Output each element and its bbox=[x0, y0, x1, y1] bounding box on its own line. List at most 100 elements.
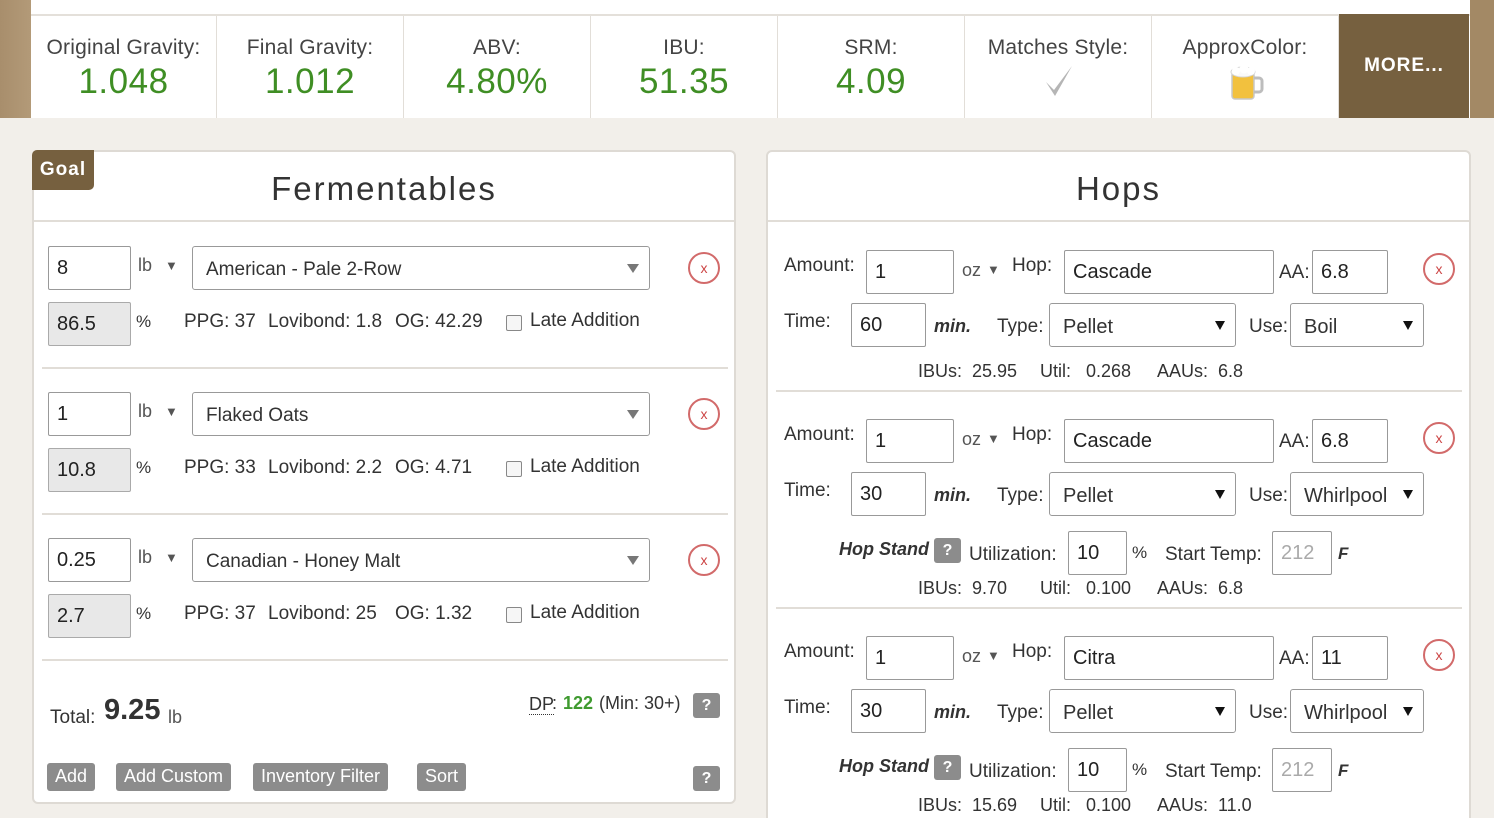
aa-input[interactable]: 11 bbox=[1312, 636, 1388, 680]
add-button[interactable]: Add bbox=[47, 763, 96, 791]
time-input[interactable]: 30 bbox=[851, 689, 926, 733]
aaus-value: 6.8 bbox=[1218, 578, 1244, 598]
ppg-text: PPG: 33 bbox=[184, 457, 256, 478]
aaus-label: AAUs: bbox=[1157, 578, 1209, 598]
hop-amount-input[interactable]: 1 bbox=[866, 250, 954, 294]
use-label: Use: bbox=[1249, 485, 1289, 506]
unit-label[interactable]: lb bbox=[138, 547, 152, 568]
remove-fermentable-button[interactable]: x bbox=[688, 544, 720, 576]
row-divider bbox=[776, 607, 1462, 609]
stat-label: ABV: bbox=[473, 36, 521, 59]
unit-dropdown-icon[interactable]: ▼ bbox=[165, 550, 178, 565]
unit-label[interactable]: lb bbox=[138, 255, 152, 276]
stat-label: Original Gravity: bbox=[46, 36, 201, 59]
stat-ibu: IBU: 51.35 bbox=[591, 16, 778, 118]
late-addition-label[interactable]: Late Addition bbox=[530, 456, 640, 478]
hop-label: Hop: bbox=[1012, 641, 1053, 662]
utilization-input[interactable]: 10 bbox=[1068, 531, 1127, 575]
amount-input[interactable]: 8 bbox=[48, 246, 131, 290]
unit-dropdown-icon[interactable]: ▼ bbox=[165, 404, 178, 419]
hop-unit-dropdown-icon[interactable]: ▼ bbox=[987, 431, 1000, 446]
stat-value: 1.048 bbox=[78, 62, 169, 101]
fermentables-title: Fermentables bbox=[271, 170, 497, 207]
late-addition-label[interactable]: Late Addition bbox=[530, 602, 640, 624]
stat-value: 51.35 bbox=[638, 62, 730, 101]
start-temp-label: Start Temp: bbox=[1165, 761, 1262, 782]
hop-type-select[interactable]: Pellet bbox=[1049, 472, 1236, 516]
late-addition-checkbox[interactable] bbox=[506, 315, 522, 331]
dp-help-button[interactable]: ? bbox=[693, 693, 720, 718]
lovibond-text: Lovibond: 2.2 bbox=[268, 457, 383, 478]
aa-label: AA: bbox=[1279, 431, 1310, 452]
hop-name-input[interactable]: Cascade bbox=[1064, 250, 1274, 294]
hop-unit-label[interactable]: oz bbox=[962, 646, 981, 667]
hop-stand-label: Hop Stand bbox=[839, 756, 929, 776]
hop-unit-dropdown-icon[interactable]: ▼ bbox=[987, 262, 1000, 277]
hop-amount-input[interactable]: 1 bbox=[866, 636, 954, 680]
hop-type-select[interactable]: Pellet bbox=[1049, 303, 1236, 347]
use-label: Use: bbox=[1249, 702, 1289, 723]
late-addition-label[interactable]: Late Addition bbox=[530, 310, 640, 332]
late-addition-checkbox[interactable] bbox=[506, 607, 522, 623]
panel-divider bbox=[34, 220, 734, 222]
amount-input[interactable]: 1 bbox=[48, 392, 131, 436]
hop-name-input[interactable]: Cascade bbox=[1064, 419, 1274, 463]
start-temp-input[interactable]: 212 bbox=[1272, 531, 1332, 575]
hop-label: Hop: bbox=[1012, 255, 1053, 276]
percent-input[interactable]: 10.8 bbox=[48, 448, 131, 492]
remove-fermentable-button[interactable]: x bbox=[688, 252, 720, 284]
percent-input[interactable]: 86.5 bbox=[48, 302, 131, 346]
grain-select[interactable]: Flaked Oats bbox=[192, 392, 650, 436]
hop-type-value: Pellet bbox=[1063, 485, 1114, 507]
row-divider bbox=[42, 513, 728, 515]
use-label: Use: bbox=[1249, 316, 1289, 337]
time-input[interactable]: 30 bbox=[851, 472, 926, 516]
time-input[interactable]: 60 bbox=[851, 303, 926, 347]
hop-use-select[interactable]: Whirlpool bbox=[1290, 472, 1424, 516]
hop-unit-label[interactable]: oz bbox=[962, 429, 981, 450]
ppg-text: PPG: 37 bbox=[184, 311, 256, 332]
hop-label: Hop: bbox=[1012, 424, 1053, 445]
percent-input[interactable]: 2.7 bbox=[48, 594, 131, 638]
hop-unit-label[interactable]: oz bbox=[962, 260, 981, 281]
hop-unit-dropdown-icon[interactable]: ▼ bbox=[987, 648, 1000, 663]
remove-hop-button[interactable]: x bbox=[1423, 253, 1455, 285]
hop-type-value: Pellet bbox=[1063, 316, 1114, 338]
grain-select[interactable]: Canadian - Honey Malt bbox=[192, 538, 650, 582]
hop-type-select[interactable]: Pellet bbox=[1049, 689, 1236, 733]
grain-select[interactable]: American - Pale 2-Row bbox=[192, 246, 650, 290]
hop-stand-help-button[interactable]: ? bbox=[934, 755, 961, 780]
chevron-down-icon bbox=[1403, 490, 1413, 499]
remove-fermentable-button[interactable]: x bbox=[688, 398, 720, 430]
hops-panel: Hops Amount: 1 oz ▼ Hop: Cascade AA: 6.8… bbox=[766, 150, 1471, 818]
hop-amount-input[interactable]: 1 bbox=[866, 419, 954, 463]
util-label: Util: bbox=[1040, 361, 1071, 381]
hop-name-input[interactable]: Citra bbox=[1064, 636, 1274, 680]
amount-label: Amount: bbox=[784, 255, 855, 276]
add-custom-button[interactable]: Add Custom bbox=[116, 763, 232, 791]
chevron-down-icon bbox=[1215, 707, 1225, 716]
aa-input[interactable]: 6.8 bbox=[1312, 419, 1388, 463]
utilization-input[interactable]: 10 bbox=[1068, 748, 1127, 792]
more-button[interactable]: MORE... bbox=[1339, 14, 1469, 118]
amount-label: Amount: bbox=[784, 641, 855, 662]
aa-input[interactable]: 6.8 bbox=[1312, 250, 1388, 294]
amount-input[interactable]: 0.25 bbox=[48, 538, 131, 582]
hop-use-select[interactable]: Whirlpool bbox=[1290, 689, 1424, 733]
hop-use-select[interactable]: Boil bbox=[1290, 303, 1424, 347]
sort-button[interactable]: Sort bbox=[417, 763, 467, 791]
start-temp-input[interactable]: 212 bbox=[1272, 748, 1332, 792]
percent-sign: % bbox=[136, 458, 152, 477]
inventory-filter-button[interactable]: Inventory Filter bbox=[253, 763, 389, 791]
hop-use-value: Boil bbox=[1304, 316, 1338, 338]
unit-dropdown-icon[interactable]: ▼ bbox=[165, 258, 178, 273]
unit-label[interactable]: lb bbox=[138, 401, 152, 422]
late-addition-checkbox[interactable] bbox=[506, 461, 522, 477]
hop-stand-help-button[interactable]: ? bbox=[934, 538, 961, 563]
remove-hop-button[interactable]: x bbox=[1423, 639, 1455, 671]
remove-hop-button[interactable]: x bbox=[1423, 422, 1455, 454]
stat-label: Final Gravity: bbox=[246, 36, 374, 59]
dp-colon: : bbox=[552, 693, 558, 713]
hops-title: Hops bbox=[1075, 170, 1162, 207]
fermentables-help-button[interactable]: ? bbox=[693, 766, 720, 791]
